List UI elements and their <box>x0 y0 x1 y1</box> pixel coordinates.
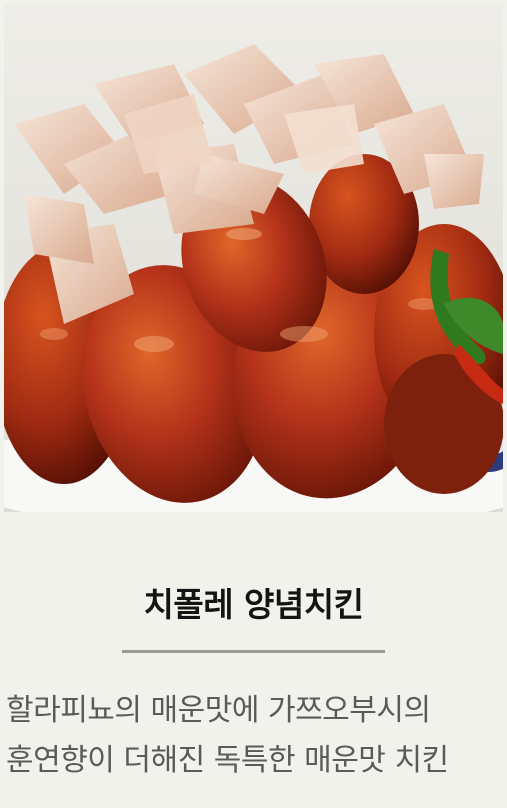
chicken-photo <box>4 4 503 512</box>
menu-card: 치폴레 양념치킨 할라피뇨의 매운맛에 가쯔오부시의 훈연향이 더해진 독특한 … <box>0 0 507 808</box>
menu-title: 치폴레 양념치킨 <box>143 585 364 624</box>
chicken-illustration <box>4 4 503 512</box>
title-divider <box>122 650 385 653</box>
menu-description: 할라피뇨의 매운맛에 가쯔오부시의 훈연향이 더해진 독특한 매운맛 치킨 <box>6 693 449 778</box>
